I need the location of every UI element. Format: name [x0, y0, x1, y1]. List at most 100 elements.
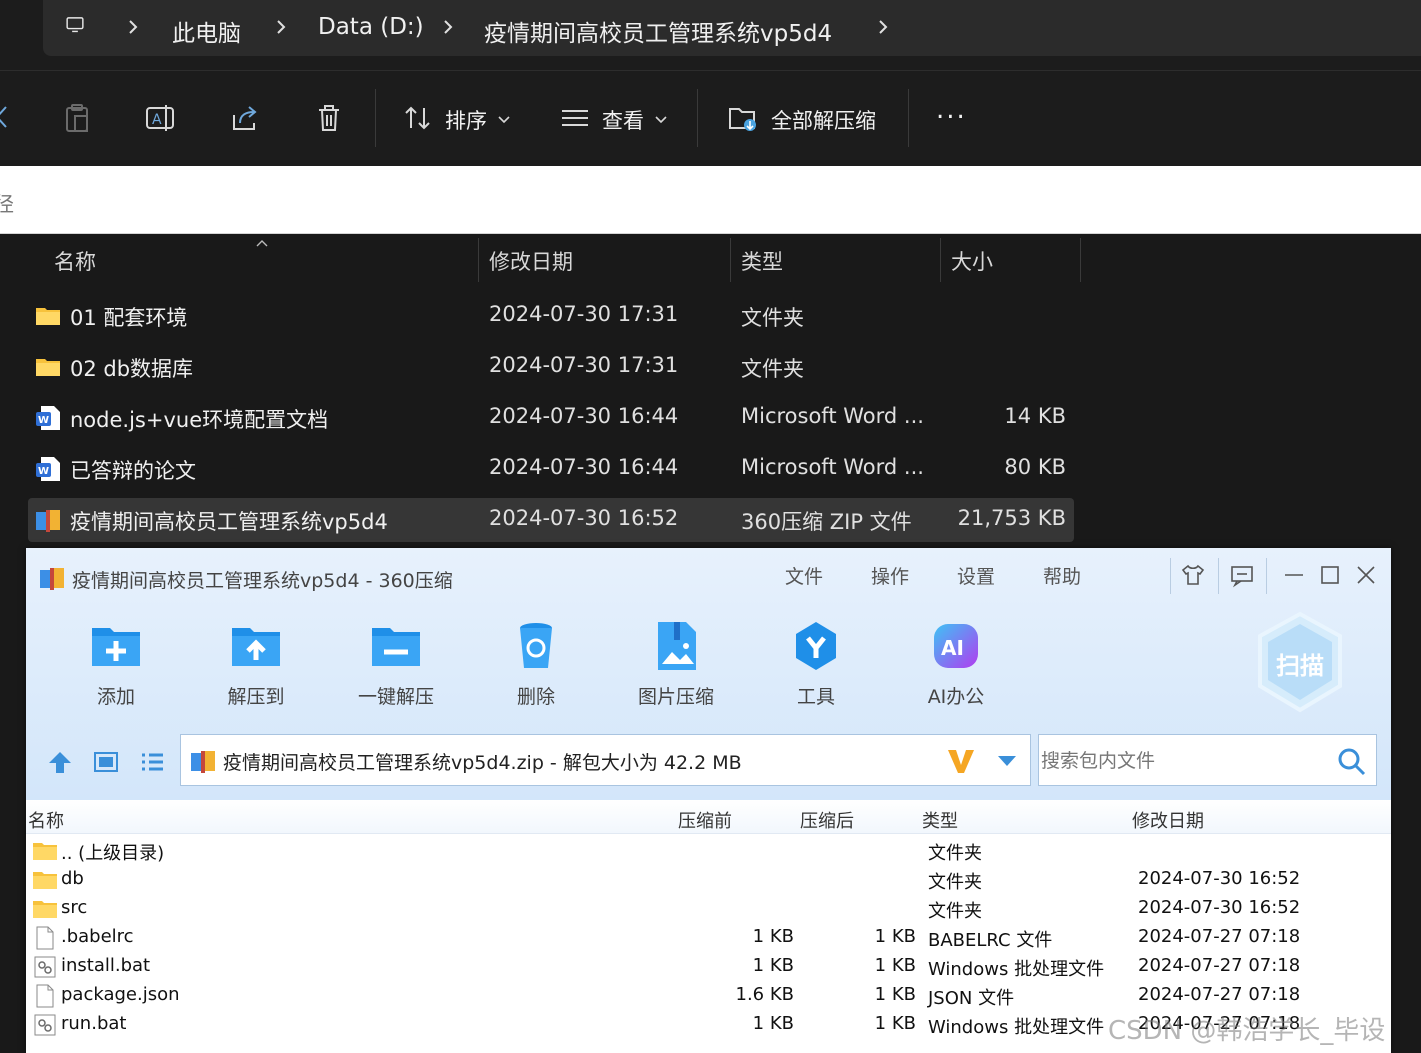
column-header-name[interactable]: 名称: [28, 807, 64, 833]
entry-name: src: [61, 897, 88, 918]
add-button[interactable]: 添加: [61, 618, 171, 714]
extract-all-button[interactable]: 全部解压缩: [771, 105, 876, 135]
entry-modified: 2024-07-27 07:18: [1138, 926, 1301, 947]
column-header-modified[interactable]: 修改日期: [489, 246, 573, 276]
file-row[interactable]: 01 配套环境 2024-07-30 17:31 文件夹: [28, 294, 1074, 338]
ai-office-label: AI办公: [927, 686, 985, 708]
file-row[interactable]: W node.js+vue环境配置文档 2024-07-30 16:44 Mic…: [28, 396, 1074, 440]
delete-button[interactable]: 删除: [481, 618, 591, 714]
chevron-down-icon[interactable]: [995, 751, 1019, 771]
column-divider[interactable]: [1080, 238, 1081, 282]
extract-folder-icon[interactable]: [726, 101, 760, 135]
column-divider[interactable]: [478, 238, 479, 282]
breadcrumb-item-this-pc[interactable]: 此电脑: [172, 14, 241, 48]
close-icon[interactable]: [1353, 562, 1379, 588]
chevron-down-icon[interactable]: [494, 101, 514, 135]
menu-help[interactable]: 帮助: [1043, 562, 1081, 589]
detail-view-icon[interactable]: [92, 748, 120, 776]
chevron-right-icon[interactable]: [873, 16, 893, 38]
monitor-icon[interactable]: [65, 14, 93, 42]
file-type: Microsoft Word ...: [741, 455, 924, 479]
batch-file-icon: [32, 954, 58, 980]
column-header-after[interactable]: 压缩后: [800, 807, 854, 833]
column-divider[interactable]: [940, 238, 941, 282]
zip-archive-icon: [38, 564, 66, 592]
path-strip: 径: [0, 166, 1421, 234]
view-button[interactable]: 查看: [602, 105, 644, 135]
entry-name: package.json: [61, 984, 180, 1005]
extract-to-button[interactable]: 解压到: [201, 618, 311, 714]
chevron-right-icon[interactable]: [271, 16, 291, 38]
list-view-icon[interactable]: [138, 748, 166, 776]
file-row-selected[interactable]: 疫情期间高校员工管理系统vp5d4 2024-07-30 16:52 360压缩…: [28, 498, 1074, 542]
extract-to-label: 解压到: [227, 686, 285, 708]
sort-icon[interactable]: [401, 101, 435, 135]
up-level-icon[interactable]: [46, 748, 74, 776]
list-item[interactable]: .. (上级目录) 文件夹: [26, 836, 1391, 865]
title-separator: [1218, 558, 1219, 594]
feedback-icon[interactable]: [1229, 562, 1255, 588]
column-header-before[interactable]: 压缩前: [678, 807, 732, 833]
breadcrumb[interactable]: 此电脑 Data (D:) 疫情期间高校员工管理系统vp5d4: [43, 0, 1421, 56]
folder-icon: [32, 896, 58, 922]
minimize-icon[interactable]: [1281, 562, 1307, 588]
column-header-type[interactable]: 类型: [741, 246, 783, 276]
skin-shirt-icon[interactable]: [1180, 562, 1206, 588]
v-logo-icon[interactable]: [945, 745, 977, 777]
chevron-right-icon[interactable]: [123, 16, 143, 38]
file-type: 文件夹: [741, 306, 804, 330]
chevron-right-icon[interactable]: [438, 16, 458, 38]
column-header-size[interactable]: 大小: [951, 246, 993, 276]
title-separator: [1266, 558, 1267, 594]
column-header-type[interactable]: 类型: [922, 807, 958, 833]
scan-button[interactable]: 扫描: [1254, 610, 1346, 714]
entry-type: 文件夹: [928, 843, 982, 864]
column-header-modified[interactable]: 修改日期: [1132, 807, 1204, 833]
archive-path-box[interactable]: 疫情期间高校员工管理系统vp5d4.zip - 解包大小为 42.2 MB: [180, 734, 1031, 786]
list-item[interactable]: src 文件夹 2024-07-30 16:52: [26, 894, 1391, 923]
search-input[interactable]: [1041, 747, 1321, 775]
menu-operations[interactable]: 操作: [871, 562, 909, 589]
list-item[interactable]: db 文件夹 2024-07-30 16:52: [26, 865, 1391, 894]
list-item[interactable]: .babelrc 1 KB 1 KB BABELRC 文件 2024-07-27…: [26, 923, 1391, 952]
maximize-icon[interactable]: [1317, 562, 1343, 588]
paste-icon[interactable]: [60, 101, 94, 135]
word-doc-icon: W: [34, 404, 62, 432]
ai-office-button[interactable]: AI AI办公: [901, 618, 1011, 714]
chevron-down-icon[interactable]: [651, 101, 671, 135]
entry-name: db: [61, 868, 84, 889]
command-bar: A 排序 查看 全部解压缩 ...: [0, 70, 1421, 166]
search-icon[interactable]: [1335, 745, 1367, 777]
image-compress-button[interactable]: 图片压缩: [621, 618, 731, 714]
zip-nav-row: 疫情期间高校员工管理系统vp5d4.zip - 解包大小为 42.2 MB: [26, 734, 1391, 788]
rename-icon[interactable]: A: [144, 101, 178, 135]
share-icon[interactable]: [228, 101, 262, 135]
delete-icon[interactable]: [312, 101, 346, 135]
sort-ascending-icon: [252, 234, 272, 247]
sort-button[interactable]: 排序: [445, 105, 487, 135]
file-name: 疫情期间高校员工管理系统vp5d4: [70, 510, 388, 534]
file-size: 21,753 KB: [957, 506, 1066, 530]
one-click-extract-label: 一键解压: [357, 686, 434, 708]
list-item[interactable]: package.json 1.6 KB 1 KB JSON 文件 2024-07…: [26, 981, 1391, 1010]
file-row[interactable]: W 已答辩的论文 2024-07-30 16:44 Microsoft Word…: [28, 447, 1074, 491]
more-options-button[interactable]: ...: [936, 95, 967, 125]
tools-button[interactable]: 工具: [761, 618, 871, 714]
view-icon[interactable]: [558, 101, 592, 135]
zip-list-header: 名称 压缩前 压缩后 类型 修改日期: [26, 800, 1391, 834]
breadcrumb-item-current-folder[interactable]: 疫情期间高校员工管理系统vp5d4: [484, 14, 832, 48]
list-item[interactable]: install.bat 1 KB 1 KB Windows 批处理文件 2024…: [26, 952, 1391, 981]
cut-icon[interactable]: [0, 101, 14, 135]
file-type: 文件夹: [741, 357, 804, 381]
column-header-name[interactable]: 名称: [54, 246, 96, 276]
entry-modified: 2024-07-30 16:52: [1138, 897, 1301, 918]
breadcrumb-item-drive-d[interactable]: Data (D:): [318, 14, 424, 40]
one-click-extract-button[interactable]: 一键解压: [341, 618, 451, 714]
svg-text:W: W: [38, 415, 49, 426]
add-icon: [88, 618, 144, 674]
search-box[interactable]: [1038, 734, 1377, 786]
menu-file[interactable]: 文件: [785, 562, 823, 589]
column-divider[interactable]: [730, 238, 731, 282]
menu-settings[interactable]: 设置: [957, 562, 995, 589]
file-row[interactable]: 02 db数据库 2024-07-30 17:31 文件夹: [28, 345, 1074, 389]
